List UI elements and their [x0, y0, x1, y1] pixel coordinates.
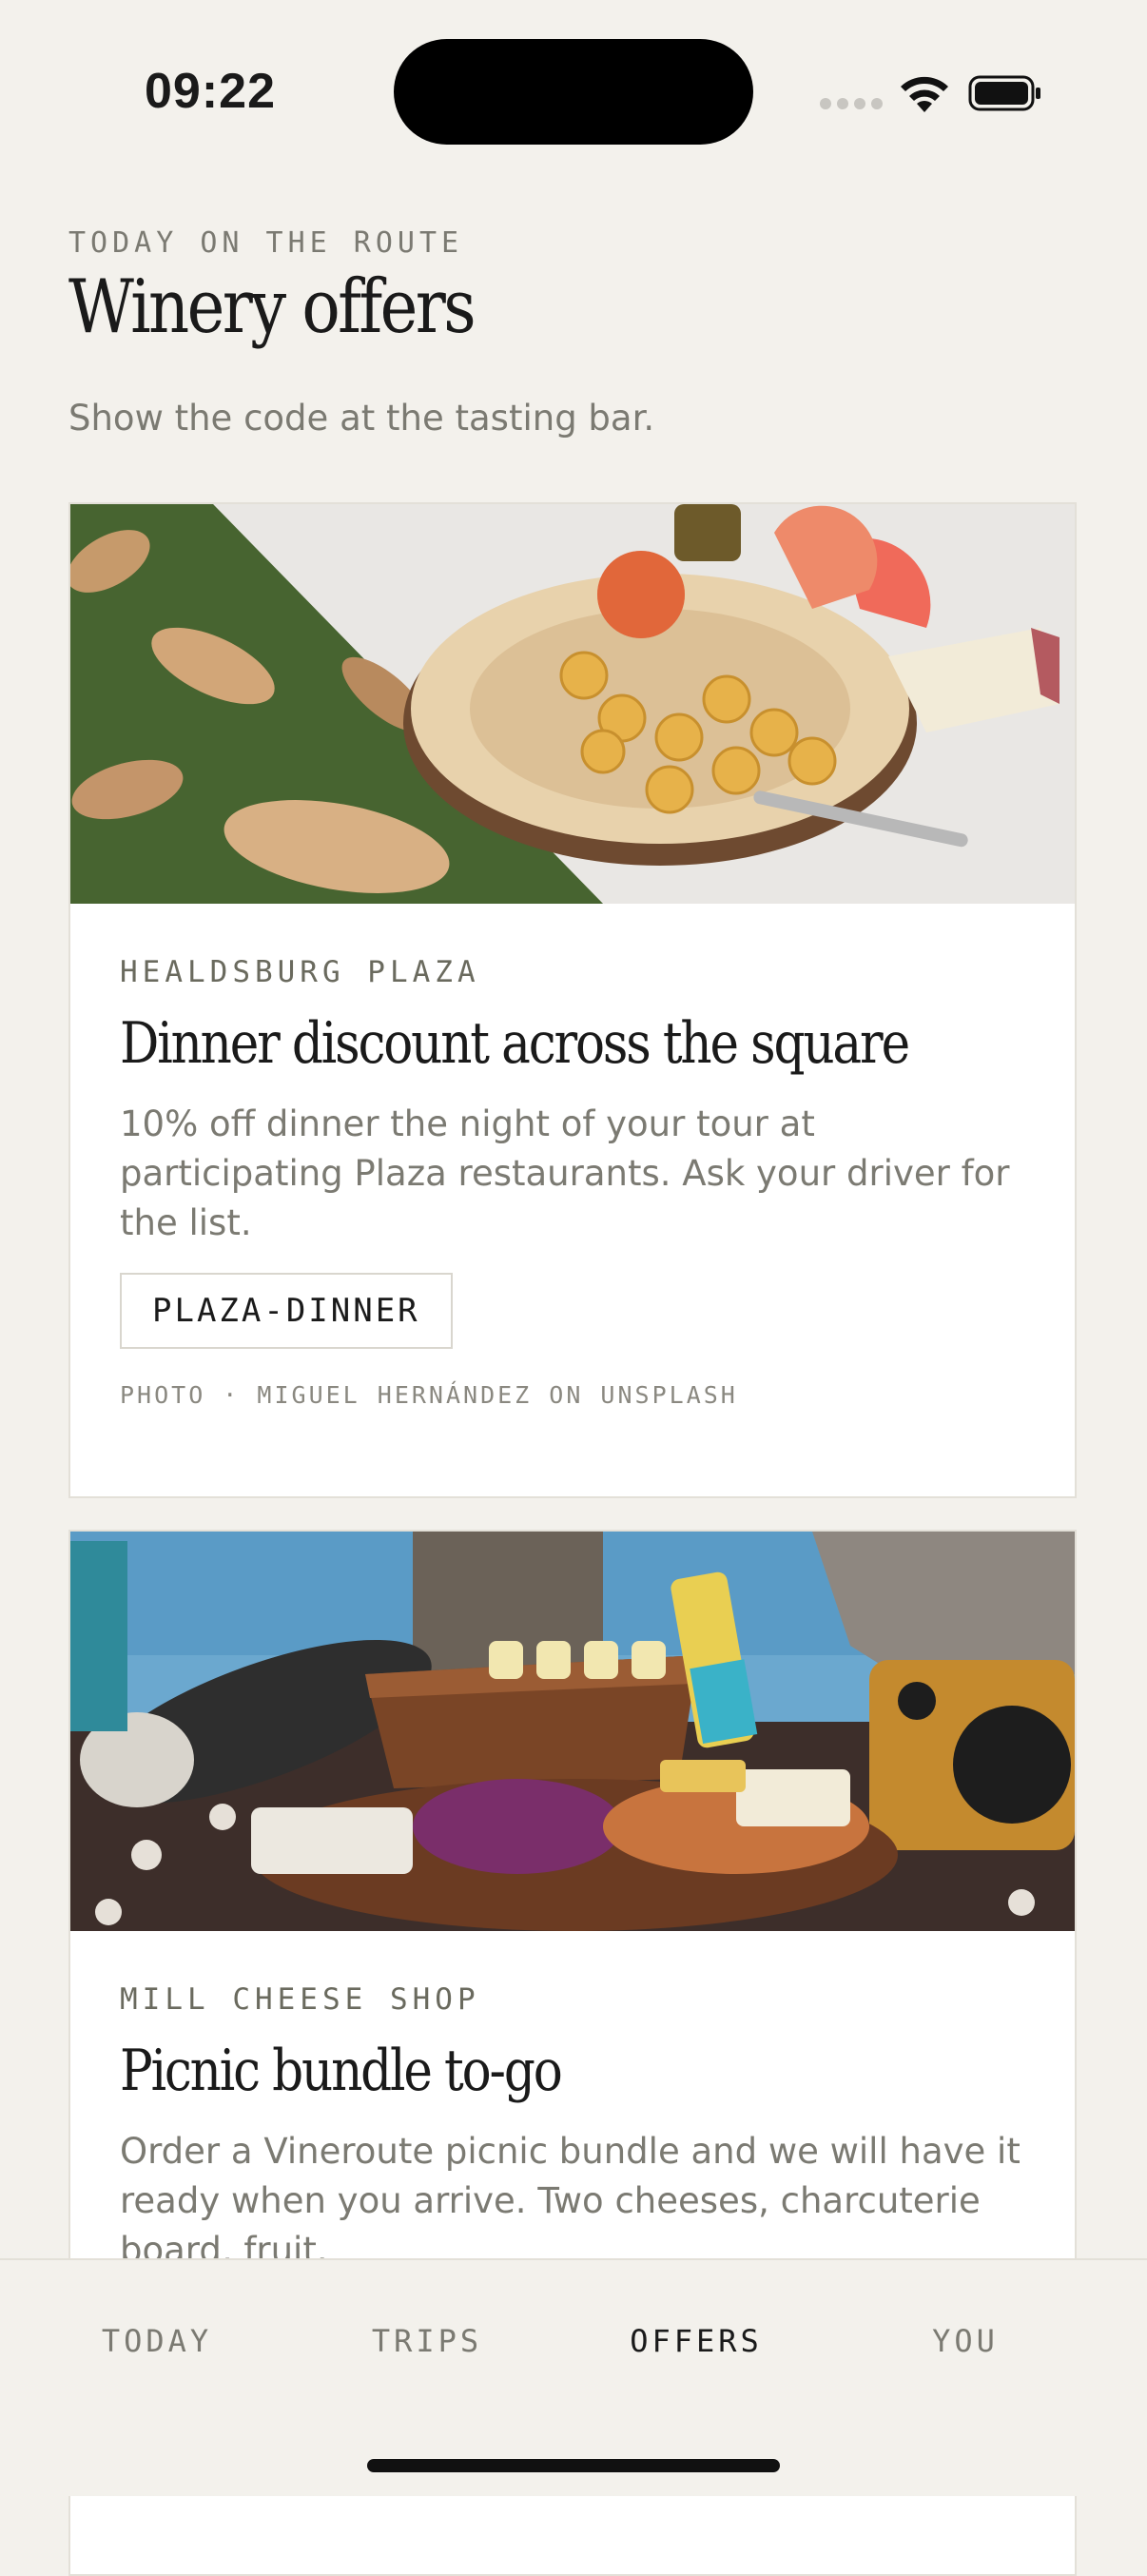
offer-code-button[interactable]: PLAZA-DINNER — [120, 1273, 453, 1349]
offer-location: MILL CHEESE SHOP — [120, 1982, 480, 2017]
page-kicker: TODAY ON THE ROUTE — [68, 226, 464, 260]
dynamic-island — [394, 39, 753, 145]
offer-title: Picnic bundle to-go — [120, 2038, 563, 2104]
tab-offers[interactable]: OFFERS — [630, 2323, 763, 2359]
offer-title: Dinner discount across the square — [120, 1010, 910, 1077]
offer-location: HEALDSBURG PLAZA — [120, 955, 480, 989]
tab-trips[interactable]: TRIPS — [372, 2323, 482, 2359]
offer-photo-picnic — [70, 1532, 1075, 1931]
home-indicator[interactable] — [367, 2459, 780, 2472]
status-time: 09:22 — [145, 64, 276, 119]
wifi-icon — [901, 76, 948, 112]
offer-description: Order a Vineroute picnic bundle and we w… — [120, 2131, 1021, 2271]
page-title: Winery offers — [68, 264, 476, 350]
cellular-signal-icon — [820, 98, 883, 109]
tab-you[interactable]: YOU — [932, 2323, 999, 2359]
photo-credit: PHOTO · MIGUEL HERNÁNDEZ ON UNSPLASH — [120, 1381, 738, 1409]
offer-card[interactable]: HEALDSBURG PLAZA Dinner discount across … — [68, 502, 1077, 1498]
offer-photo-cheese-board — [70, 504, 1075, 904]
offer-description: 10% off dinner the night of your tour at… — [120, 1103, 1010, 1243]
battery-icon — [968, 75, 1040, 111]
tab-today[interactable]: TODAY — [102, 2323, 212, 2359]
page-subtitle: Show the code at the tasting bar. — [68, 398, 655, 439]
